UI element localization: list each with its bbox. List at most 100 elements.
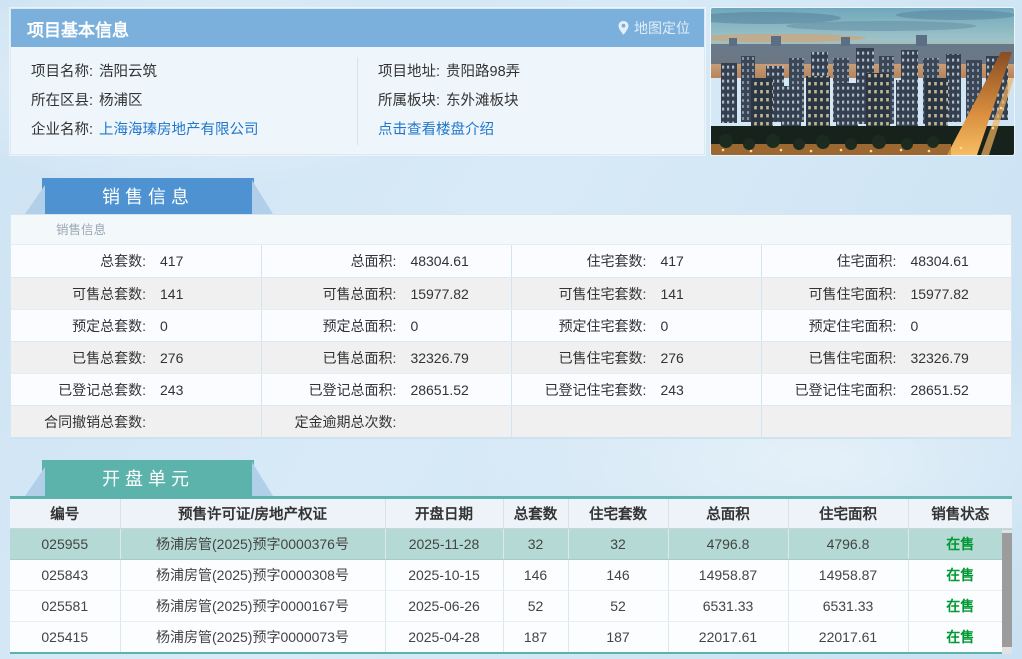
sales-cell: 预定住宅套数: 0	[511, 310, 761, 341]
sales-value: 48304.61	[910, 253, 969, 269]
field-address: 项目地址: 贵阳路98弄	[378, 60, 704, 84]
sales-cell: 已售住宅套数: 276	[511, 342, 761, 373]
sales-cell: 定金逾期总次数:	[261, 406, 511, 437]
sales-label: 预定总面积:	[322, 317, 397, 334]
opening-row[interactable]: 025415 杨浦房管(2025)预字0000073号 2025-04-28 1…	[10, 621, 1012, 653]
cell-res-area: 6531.33	[788, 590, 909, 622]
sales-label: 已售住宅套数:	[558, 349, 647, 366]
sales-value: 417	[660, 253, 684, 269]
sales-cell: 已登记住宅面积: 28651.52	[761, 374, 1011, 405]
cell-res-area: 14958.87	[788, 559, 909, 591]
sales-cell: 住宅套数: 417	[511, 245, 761, 277]
col-header-res-area: 住宅面积	[788, 496, 909, 529]
sales-row: 总套数: 417 总面积: 48304.61 住宅套数: 417 住宅面积: 48304…	[11, 245, 1011, 277]
sales-cell: 可售总面积: 15977.82	[261, 278, 511, 309]
sales-value: 141	[160, 285, 184, 302]
sales-label: 定金逾期总次数:	[294, 413, 397, 430]
col-header-res-units: 住宅套数	[568, 496, 669, 529]
field-label: 所在区县:	[31, 92, 94, 109]
field-label: 项目名称:	[31, 63, 94, 80]
col-header-total-area: 总面积	[668, 496, 789, 529]
sales-label: 可售总套数:	[72, 285, 146, 302]
sales-value: 141	[660, 285, 684, 302]
opening-row[interactable]: 025843 杨浦房管(2025)预字0000308号 2025-10-15 1…	[10, 559, 1012, 591]
field-district: 所在区县: 杨浦区	[31, 89, 357, 113]
sales-row: 可售总套数: 141 可售总面积: 15977.82 可售住宅套数: 141 可售住宅…	[11, 277, 1011, 309]
sales-label: 住宅套数:	[586, 253, 647, 269]
cell-total-units: 52	[503, 590, 569, 622]
sales-label: 预定总套数:	[72, 317, 146, 334]
field-value: 东外滩板块	[446, 92, 519, 109]
sales-cell: 住宅面积: 48304.61	[761, 245, 1011, 277]
sales-row: 已登记总套数: 243 已登记总面积: 28651.52 已登记住宅套数: 243 已…	[11, 373, 1011, 405]
status-badge: 在售	[946, 598, 975, 614]
field-label: 所属板块:	[378, 92, 441, 109]
field-plate: 所属板块: 东外滩板块	[378, 89, 704, 113]
sales-value: 32326.79	[910, 349, 969, 366]
field-label: 企业名称:	[31, 122, 94, 139]
company-link[interactable]: 上海海瑧房地产有限公司	[99, 122, 259, 138]
cell-total-units: 146	[503, 559, 569, 591]
sales-cell: 可售住宅面积: 15977.82	[761, 278, 1011, 309]
sales-cell: 总面积: 48304.61	[261, 245, 511, 277]
opening-units-tab-label: 开盘单元	[102, 469, 194, 489]
sales-label: 可售住宅套数:	[558, 285, 647, 302]
sales-label: 已登记住宅面积:	[794, 381, 897, 398]
sales-value: 417	[160, 253, 184, 269]
cell-permit: 杨浦房管(2025)预字0000308号	[120, 559, 386, 591]
sales-value: 15977.82	[410, 285, 469, 302]
info-col-left: 项目名称: 浩阳云筑 所在区县: 杨浦区 企业名称: 上海海瑧房地产有限公司	[11, 57, 358, 145]
sales-row: 合同撤销总套数: 定金逾期总次数:	[11, 405, 1011, 437]
sales-value: 243	[160, 381, 184, 398]
sales-value: 48304.61	[410, 253, 469, 269]
cell-total-area: 14958.87	[668, 559, 789, 591]
sales-cell	[511, 406, 761, 437]
project-intro-link[interactable]: 点击查看楼盘介绍	[378, 122, 494, 138]
sales-value: 0	[410, 317, 419, 334]
sales-cell: 已登记总面积: 28651.52	[261, 374, 511, 405]
sales-cell: 预定住宅面积: 0	[761, 310, 1011, 341]
field-value: 浩阳云筑	[99, 63, 158, 80]
field-intro: 点击查看楼盘介绍	[378, 118, 704, 142]
status-badge: 在售	[946, 628, 975, 645]
status-badge: 在售	[946, 536, 975, 552]
sales-row: 预定总套数: 0 预定总面积: 0 预定住宅套数: 0 预定住宅面积: 0	[11, 309, 1011, 341]
cell-total-area: 4796.8	[668, 528, 789, 560]
col-header-status: 销售状态	[908, 496, 1012, 529]
sales-value: 15977.82	[910, 285, 969, 302]
top-row: 项目基本信息 地图定位 项目名称: 浩阳云筑 所在区县: 杨浦区 企业名称: 上…	[10, 8, 1014, 155]
sales-value: 28651.52	[910, 381, 969, 398]
sales-cell: 预定总套数: 0	[11, 310, 261, 341]
sales-label: 可售总面积:	[322, 285, 397, 302]
opening-units-table-wrap: 编号 预售许可证/房地产权证 开盘日期 总套数 住宅套数 总面积 住宅面积 销售…	[10, 496, 1012, 654]
opening-row[interactable]: 025581 杨浦房管(2025)预字0000167号 2025-06-26 5…	[10, 590, 1012, 622]
cell-date: 2025-04-28	[385, 621, 504, 653]
map-locate-label: 地图定位	[634, 20, 690, 36]
sales-cell: 可售住宅套数: 141	[511, 278, 761, 309]
sales-subheader: 销售信息	[11, 215, 1011, 245]
sales-value: 28651.52	[410, 381, 469, 398]
opening-row[interactable]: 025955 杨浦房管(2025)预字0000376号 2025-11-28 3…	[10, 528, 1012, 560]
cell-total-units: 32	[503, 528, 569, 560]
sales-value: 32326.79	[410, 349, 469, 366]
opening-header-row: 编号 预售许可证/房地产权证 开盘日期 总套数 住宅套数 总面积 住宅面积 销售…	[10, 496, 1012, 529]
opening-units-table: 编号 预售许可证/房地产权证 开盘日期 总套数 住宅套数 总面积 住宅面积 销售…	[10, 496, 1012, 654]
sales-label: 预定住宅套数:	[558, 317, 647, 334]
sales-label: 已登记总面积:	[308, 381, 397, 398]
cell-total-units: 187	[503, 621, 569, 653]
col-header-permit: 预售许可证/房地产权证	[120, 496, 386, 529]
cell-res-units: 52	[568, 590, 669, 622]
cell-res-units: 32	[568, 528, 669, 560]
map-locate-link[interactable]: 地图定位	[618, 18, 690, 38]
sales-label: 住宅面积:	[836, 253, 897, 269]
sales-value: 0	[160, 317, 168, 334]
sales-cell: 可售总套数: 141	[11, 278, 261, 309]
table-scrollbar-thumb[interactable]	[1002, 533, 1012, 647]
sales-cell: 总套数: 417	[11, 245, 261, 277]
table-scrollbar-track[interactable]	[1002, 530, 1012, 654]
sales-tab: 销售信息	[42, 178, 254, 214]
field-value: 杨浦区	[99, 92, 143, 109]
cell-res-units: 187	[568, 621, 669, 653]
sales-row: 已售总套数: 276 已售总面积: 32326.79 已售住宅套数: 276 已售住宅…	[11, 341, 1011, 373]
sales-cell: 已售总套数: 276	[11, 342, 261, 373]
